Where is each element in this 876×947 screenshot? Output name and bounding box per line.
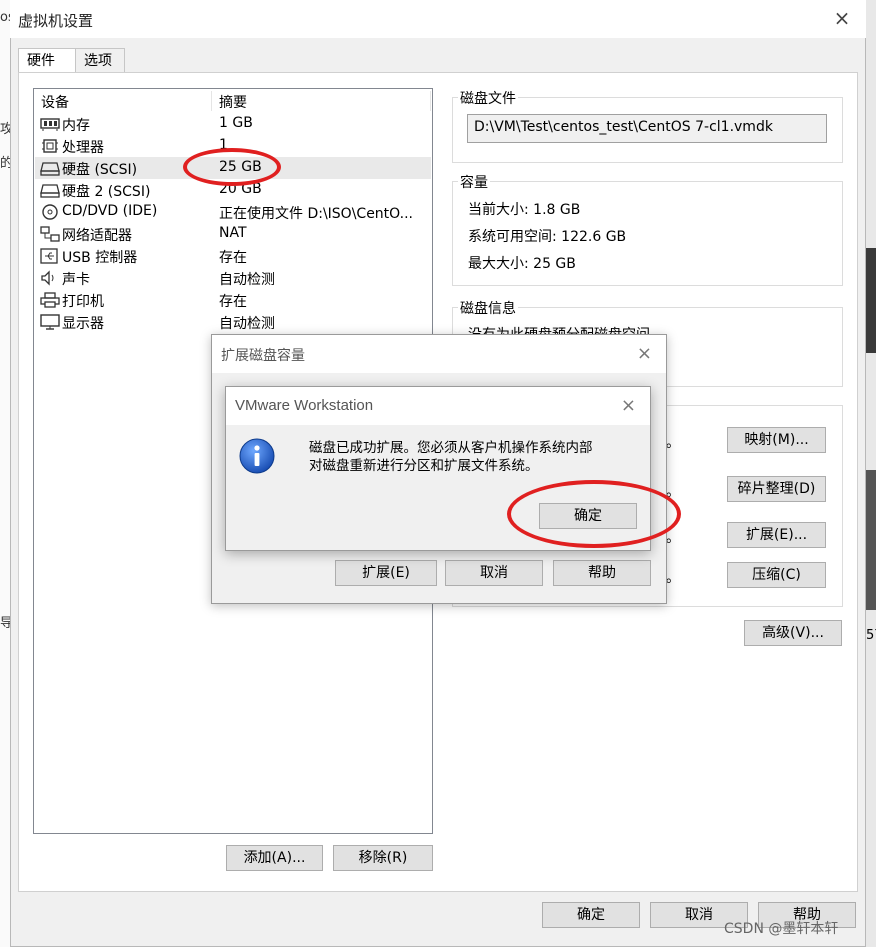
message-dialog-title: VMware Workstation	[235, 397, 374, 414]
device-summary: 自动检测	[219, 316, 275, 332]
hard-disk-icon	[40, 162, 60, 176]
device-summary: NAT	[219, 225, 247, 241]
max-size-text: 最大大小: 25 GB	[468, 256, 576, 272]
ok-button[interactable]: 确定	[542, 902, 640, 928]
watermark: CSDN @墨轩本轩	[724, 921, 839, 937]
dialog-expand-button[interactable]: 扩展(E)	[335, 560, 437, 586]
utility-text-end: 。	[666, 435, 680, 451]
device-summary: 存在	[219, 250, 247, 266]
network-adapter-icon	[40, 226, 60, 242]
remove-device-button[interactable]: 移除(R)	[333, 845, 433, 871]
tab-options[interactable]: 选项	[75, 48, 125, 73]
device-name: 打印机	[62, 294, 104, 310]
device-row-cd-dvd[interactable]: CD/DVD (IDE) 正在使用文件 D:\ISO\CentO...	[35, 201, 431, 223]
available-space-text: 系统可用空间: 122.6 GB	[468, 229, 627, 245]
info-icon	[239, 438, 275, 474]
expand-dialog-titlebar: 扩展磁盘容量 ×	[212, 335, 666, 373]
tab-hardware[interactable]: 硬件	[18, 48, 76, 74]
dialog-cancel-button[interactable]: 取消	[445, 560, 543, 586]
message-line-1: 磁盘已成功扩展。您必须从客户机操作系统内部	[309, 440, 593, 456]
monitor-icon	[40, 314, 60, 330]
advanced-button[interactable]: 高级(V)...	[744, 620, 842, 646]
annotation-ring-disk-size	[183, 148, 281, 186]
device-name: CD/DVD (IDE)	[62, 203, 158, 219]
window-title: 虚拟机设置	[18, 12, 94, 30]
device-name: 硬盘 2 (SCSI)	[62, 184, 151, 200]
device-name: 硬盘 (SCSI)	[62, 162, 138, 178]
column-header-summary[interactable]: 摘要	[219, 92, 247, 112]
annotation-ring-ok-button	[507, 480, 681, 548]
cd-dvd-icon	[42, 204, 58, 220]
disk-info-label: 磁盘信息	[458, 298, 518, 318]
disk-file-label: 磁盘文件	[458, 88, 518, 108]
device-row-sound-card[interactable]: 声卡 自动检测	[35, 267, 431, 289]
device-summary: 1 GB	[219, 115, 253, 131]
device-name: 处理器	[62, 140, 104, 156]
device-summary: 正在使用文件 D:\ISO\CentO...	[219, 206, 413, 222]
expand-button[interactable]: 扩展(E)...	[727, 522, 826, 548]
device-name: 声卡	[62, 272, 90, 288]
dialog-help-button[interactable]: 帮助	[553, 560, 651, 586]
usb-icon	[40, 248, 58, 264]
device-row-display[interactable]: 显示器 自动检测	[35, 311, 431, 333]
add-device-button[interactable]: 添加(A)...	[226, 845, 323, 871]
device-row-usb-controller[interactable]: USB 控制器 存在	[35, 245, 431, 267]
window-titlebar: 虚拟机设置 ×	[10, 0, 866, 38]
device-row-printer[interactable]: 打印机 存在	[35, 289, 431, 311]
device-summary: 自动检测	[219, 272, 275, 288]
device-name: USB 控制器	[62, 250, 138, 266]
message-text: 磁盘已成功扩展。您必须从客户机操作系统内部 对磁盘重新进行分区和扩展文件系统。	[309, 439, 639, 475]
bg-text: 57	[866, 628, 876, 643]
device-name: 网络适配器	[62, 228, 132, 244]
expand-dialog-title: 扩展磁盘容量	[221, 348, 305, 364]
printer-icon	[40, 292, 60, 308]
sound-card-icon	[41, 270, 54, 286]
disk-file-path-field[interactable]: D:\VM\Test\centos_test\CentOS 7-cl1.vmdk	[467, 114, 827, 143]
background-window-right-edge: 57	[866, 0, 876, 947]
message-line-2: 对磁盘重新进行分区和扩展文件系统。	[309, 458, 539, 474]
memory-icon	[40, 118, 60, 131]
cpu-icon	[42, 139, 58, 153]
device-row-memory[interactable]: 内存 1 GB	[35, 113, 431, 135]
device-name: 显示器	[62, 316, 104, 332]
defragment-button[interactable]: 碎片整理(D)	[727, 476, 826, 502]
utility-text-end: 。	[666, 570, 680, 586]
map-button[interactable]: 映射(M)...	[727, 427, 826, 453]
message-dialog-titlebar: VMware Workstation ×	[226, 387, 650, 425]
column-header-device[interactable]: 设备	[41, 92, 69, 112]
device-name: 内存	[62, 118, 90, 134]
hard-disk-icon	[40, 184, 60, 198]
device-summary: 存在	[219, 294, 247, 310]
close-icon[interactable]: ×	[637, 343, 652, 364]
capacity-label: 容量	[458, 172, 490, 192]
device-row-network-adapter[interactable]: 网络适配器 NAT	[35, 223, 431, 245]
compact-button[interactable]: 压缩(C)	[727, 562, 826, 588]
device-list-header: 设备 摘要	[34, 89, 432, 111]
close-icon[interactable]: ×	[621, 395, 636, 416]
close-icon[interactable]: ×	[832, 8, 852, 28]
current-size-text: 当前大小: 1.8 GB	[468, 202, 581, 218]
